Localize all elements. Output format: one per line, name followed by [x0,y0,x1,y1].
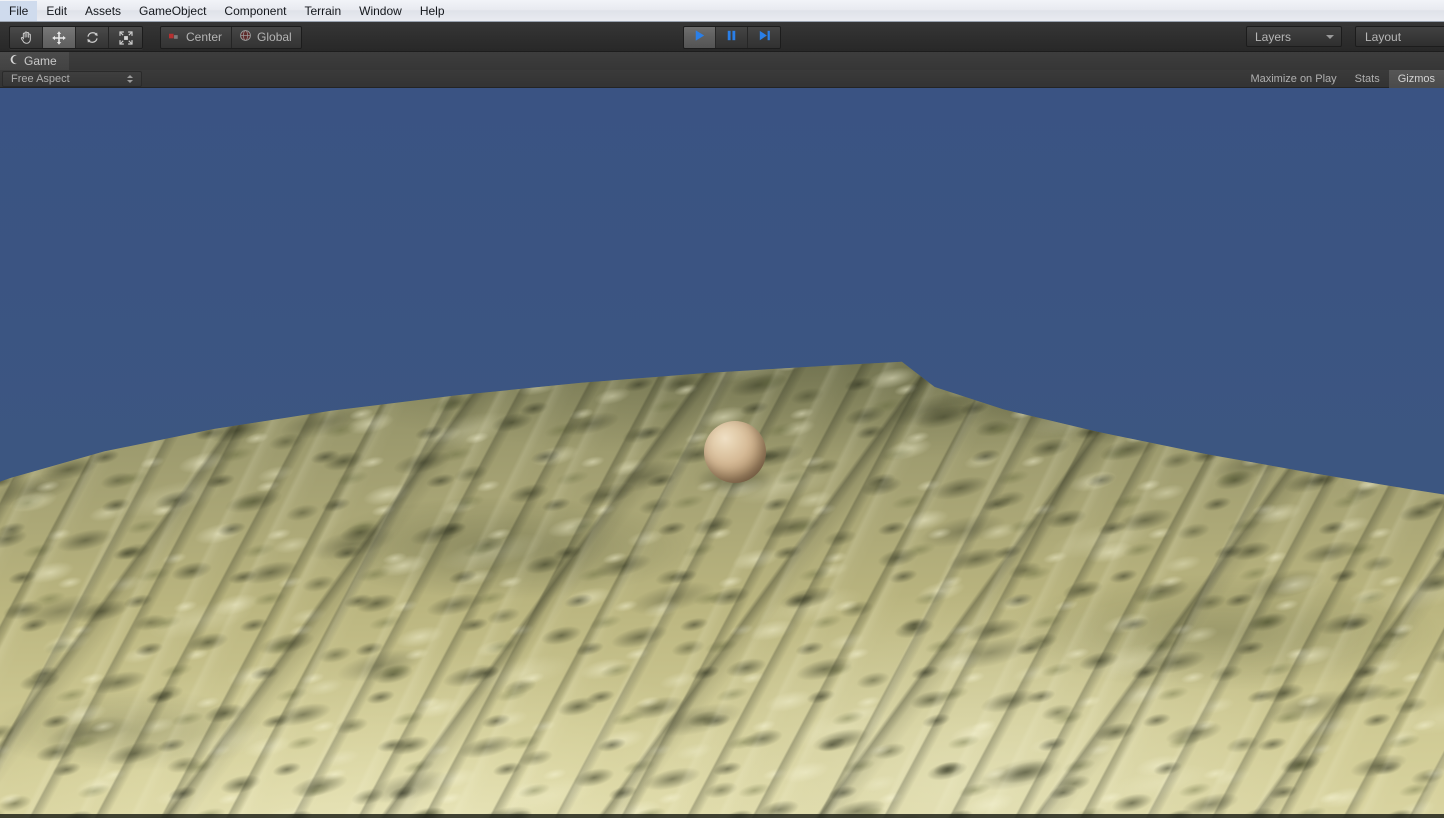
pause-icon [724,28,739,48]
maximize-on-play-toggle[interactable]: Maximize on Play [1241,70,1345,88]
play-controls-group [683,26,781,49]
hand-icon [19,30,34,45]
tab-game-label: Game [24,53,57,70]
layers-dropdown-label: Layers [1247,30,1326,44]
menu-item-window[interactable]: Window [350,1,411,21]
chevron-down-icon [1326,35,1334,39]
pause-button[interactable] [716,27,748,48]
tab-game[interactable]: Game [0,52,69,70]
stats-toggle[interactable]: Stats [1346,70,1389,88]
step-icon [757,28,772,48]
transform-tool-group [9,26,143,49]
pivot-center-button[interactable]: Center [161,27,232,48]
menu-item-terrain[interactable]: Terrain [295,1,350,21]
hand-tool-button[interactable] [10,27,43,48]
move-arrows-icon [51,30,67,46]
play-icon [692,28,707,48]
globe-icon [239,29,252,47]
scale-tool-button[interactable] [109,27,142,48]
pivot-toggle-group: Center Global [160,26,302,49]
main-toolbar: Center Global [0,22,1444,52]
game-view-toolbar: Free Aspect Maximize on Play Stats Gizmo… [0,70,1444,88]
pivot-global-button[interactable]: Global [232,27,301,48]
pivot-center-icon [168,29,181,47]
unity-editor-window: File Edit Assets GameObject Component Te… [0,0,1444,818]
menu-item-file[interactable]: File [0,1,37,21]
pivot-center-label: Center [186,28,222,47]
menu-bar: File Edit Assets GameObject Component Te… [0,0,1444,22]
aspect-ratio-label: Free Aspect [3,72,127,86]
sphere-object[interactable] [704,421,766,483]
scale-icon [118,30,134,46]
rotate-tool-button[interactable] [76,27,109,48]
menu-item-help[interactable]: Help [411,1,454,21]
game-view-toolbar-right: Maximize on Play Stats Gizmos [1241,70,1444,88]
game-view-canvas[interactable] [0,88,1444,818]
step-button[interactable] [748,27,780,48]
pivot-global-label: Global [257,28,292,47]
layout-dropdown-label: Layout [1356,30,1401,44]
up-down-arrows-icon [127,75,133,83]
rotate-icon [85,30,100,45]
layout-dropdown[interactable]: Layout [1355,26,1444,47]
gizmos-toggle[interactable]: Gizmos [1389,70,1444,88]
panel-tab-strip: Game [0,52,1444,70]
move-tool-button[interactable] [43,27,76,48]
menu-item-edit[interactable]: Edit [37,1,76,21]
viewport-bottom-edge [0,814,1444,818]
layers-dropdown[interactable]: Layers [1246,26,1342,47]
game-view-icon [8,52,19,70]
play-button[interactable] [684,27,716,48]
menu-item-assets[interactable]: Assets [76,1,130,21]
menu-item-component[interactable]: Component [215,1,295,21]
menu-item-gameobject[interactable]: GameObject [130,1,215,21]
aspect-ratio-dropdown[interactable]: Free Aspect [2,71,142,87]
